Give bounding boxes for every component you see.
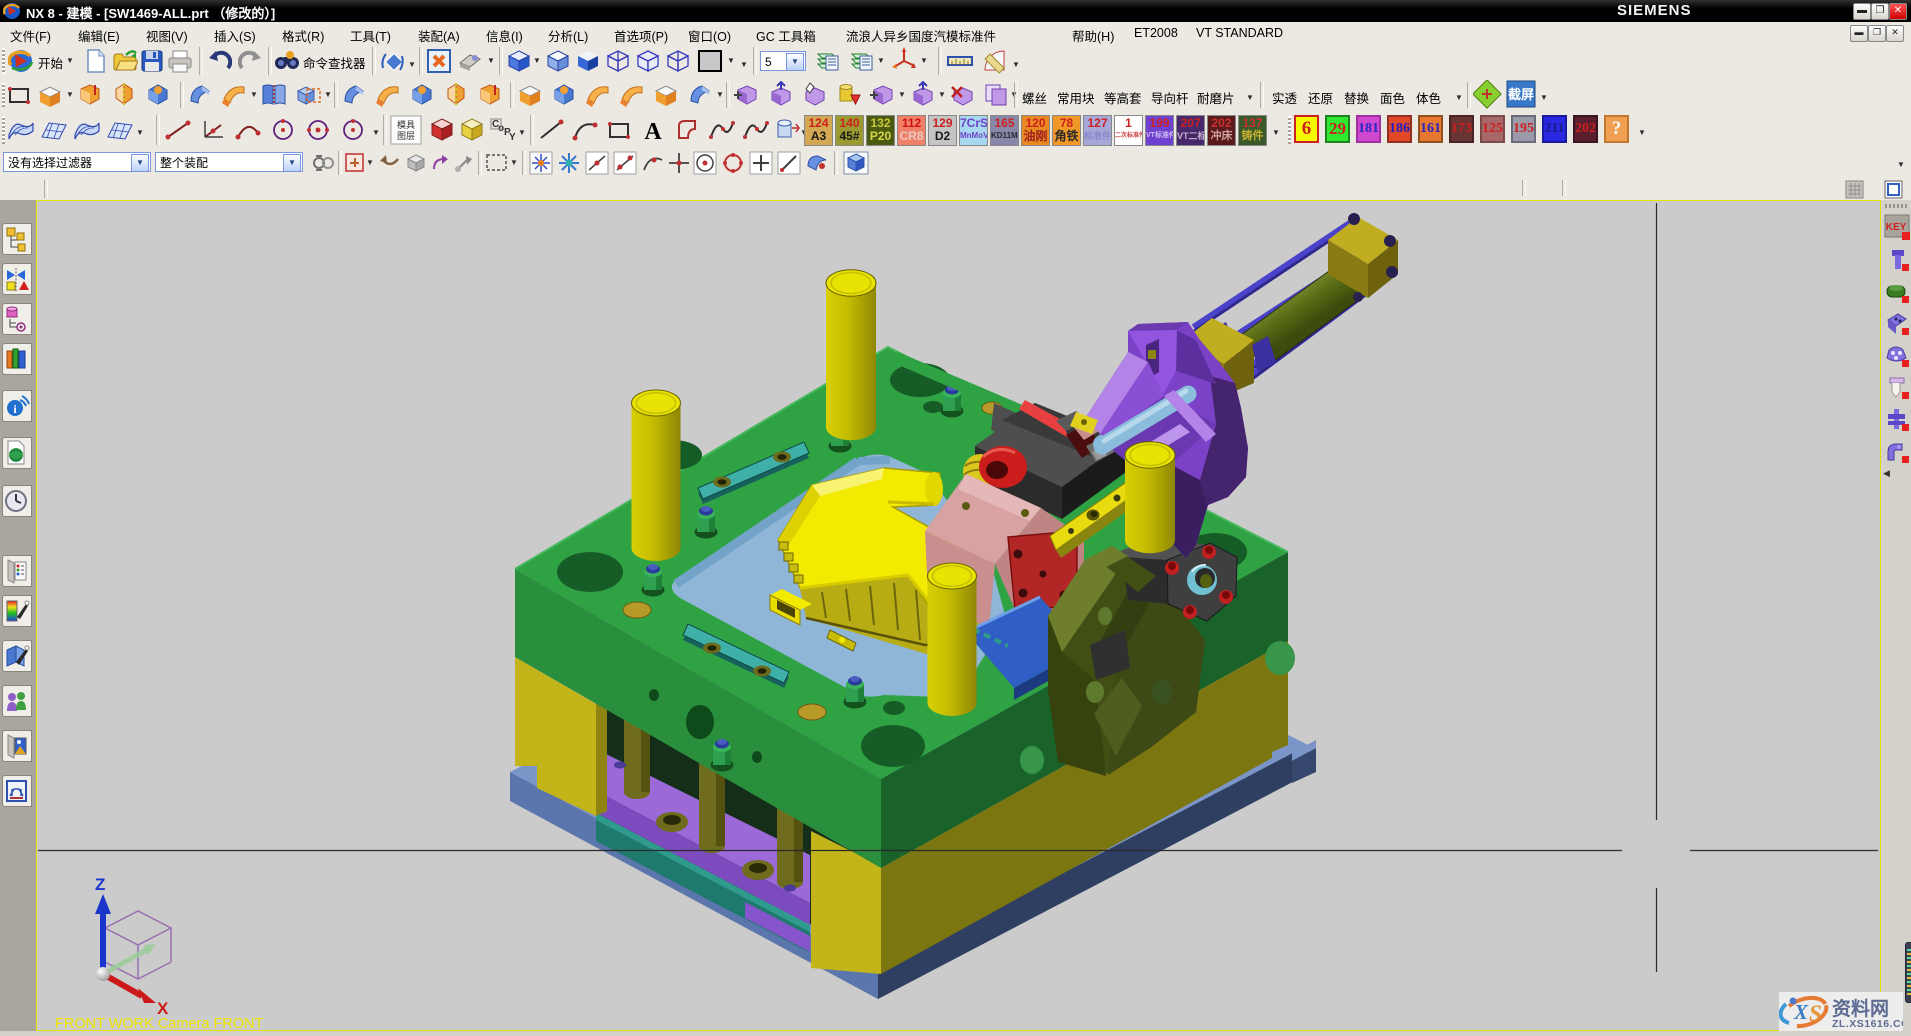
svg-text:X: X [1793,1000,1809,1024]
svg-text:Z: Z [95,875,105,894]
svg-text:FRONT WORK Camera FRONT: FRONT WORK Camera FRONT [55,1016,264,1030]
svg-text:资料网: 资料网 [1832,997,1889,1020]
svg-text:ZL.XS1616.COM: ZL.XS1616.COM [1832,1018,1903,1030]
svg-text:截屏: 截屏 [1508,87,1534,102]
svg-text:A: A [644,119,662,143]
svg-text:Y: Y [509,132,516,143]
svg-text:模具: 模具 [397,120,415,130]
svg-text:图层: 图层 [397,131,415,141]
svg-text:KEY: KEY [1886,222,1907,233]
svg-text:S: S [1809,1001,1822,1026]
